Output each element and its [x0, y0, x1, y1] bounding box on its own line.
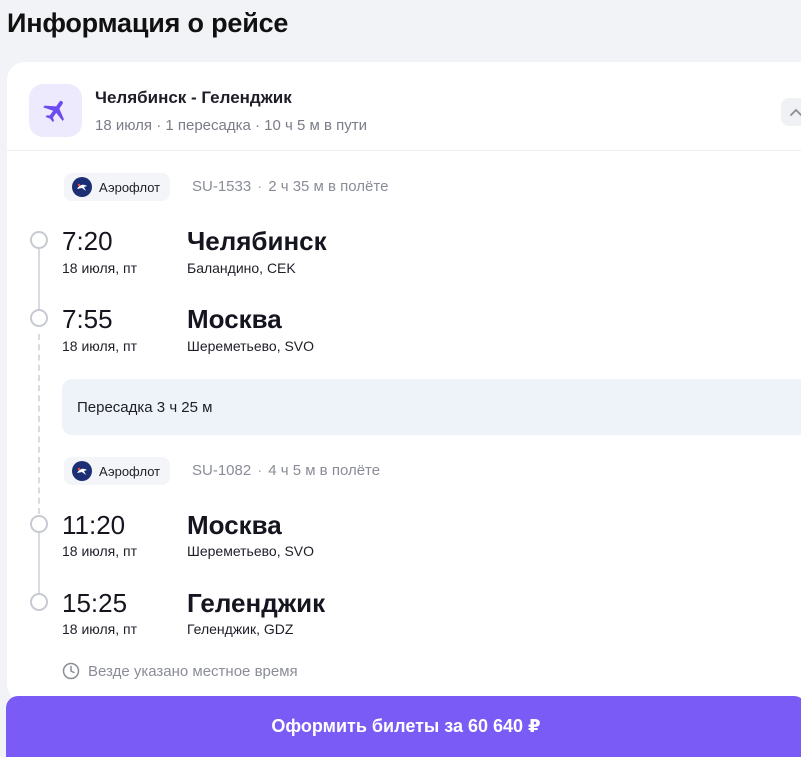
arrival-time: 15:25 — [62, 588, 128, 618]
departure-time: 11:20 — [62, 510, 126, 540]
timeline-transfer-dashed — [38, 334, 40, 514]
departure-time: 7:20 — [62, 226, 113, 256]
transfer-banner: Пересадка 3 ч 25 м — [62, 379, 801, 435]
stop-circle — [30, 231, 48, 249]
arrival-city: Геленджик — [187, 588, 326, 618]
timeline-line — [38, 532, 40, 600]
flight-info-card: Челябинск - Геленджик 18 июля · 1 переса… — [7, 62, 801, 702]
flight-duration: 2 ч 35 м в полёте — [268, 178, 389, 195]
departure-airport: Баландино, CEK — [187, 260, 296, 276]
arrival-airport: Геленджик, GDZ — [187, 621, 294, 637]
stop-circle — [30, 309, 48, 327]
flight-number: SU-1533 — [192, 178, 252, 195]
flight-meta: SU-1082 · 4 ч 5 м в полёте — [192, 462, 380, 479]
aeroflot-logo — [72, 461, 92, 481]
collapse-button[interactable] — [781, 98, 801, 126]
departure-city: Москва — [187, 510, 282, 540]
airplane-icon — [29, 84, 82, 137]
arrival-date: 18 июля, пт — [62, 338, 137, 354]
chevron-up-icon — [790, 108, 801, 116]
departure-date: 18 июля, пт — [62, 543, 137, 559]
stop-circle — [30, 515, 48, 533]
route-title: Челябинск - Геленджик — [95, 88, 292, 107]
airline-name: Аэрофлот — [99, 179, 161, 195]
clock-icon — [62, 662, 80, 680]
arrival-time: 7:55 — [62, 304, 113, 334]
airline-chip: Аэрофлот — [64, 173, 171, 201]
local-time-note: Везде указано местное время — [62, 662, 298, 680]
departure-city: Челябинск — [187, 226, 327, 256]
buy-tickets-button[interactable]: Оформить билеты за 60 640 ₽ — [6, 696, 801, 757]
route-header[interactable]: Челябинск - Геленджик 18 июля · 1 переса… — [7, 62, 801, 151]
arrival-city: Москва — [187, 304, 282, 334]
arrival-date: 18 июля, пт — [62, 621, 137, 637]
arrival-airport: Шереметьево, SVO — [187, 338, 315, 354]
aeroflot-logo — [72, 177, 92, 197]
meta-separator: · — [257, 462, 263, 479]
airline-chip: Аэрофлот — [64, 457, 171, 485]
timeline-line — [38, 248, 40, 316]
flight-duration: 4 ч 5 м в полёте — [268, 462, 381, 479]
flight-meta: SU-1533 · 2 ч 35 м в полёте — [192, 178, 388, 195]
meta-separator: · — [257, 178, 263, 195]
airline-name: Аэрофлот — [99, 463, 161, 479]
departure-date: 18 июля, пт — [62, 260, 137, 276]
stop-circle — [30, 593, 48, 611]
page-title: Информация о рейсе — [7, 8, 289, 38]
route-subtitle: 18 июля · 1 пересадка · 10 ч 5 м в пути — [95, 117, 368, 134]
flight-number: SU-1082 — [192, 462, 252, 479]
local-time-text: Везде указано местное время — [88, 662, 298, 680]
departure-airport: Шереметьево, SVO — [187, 543, 315, 559]
